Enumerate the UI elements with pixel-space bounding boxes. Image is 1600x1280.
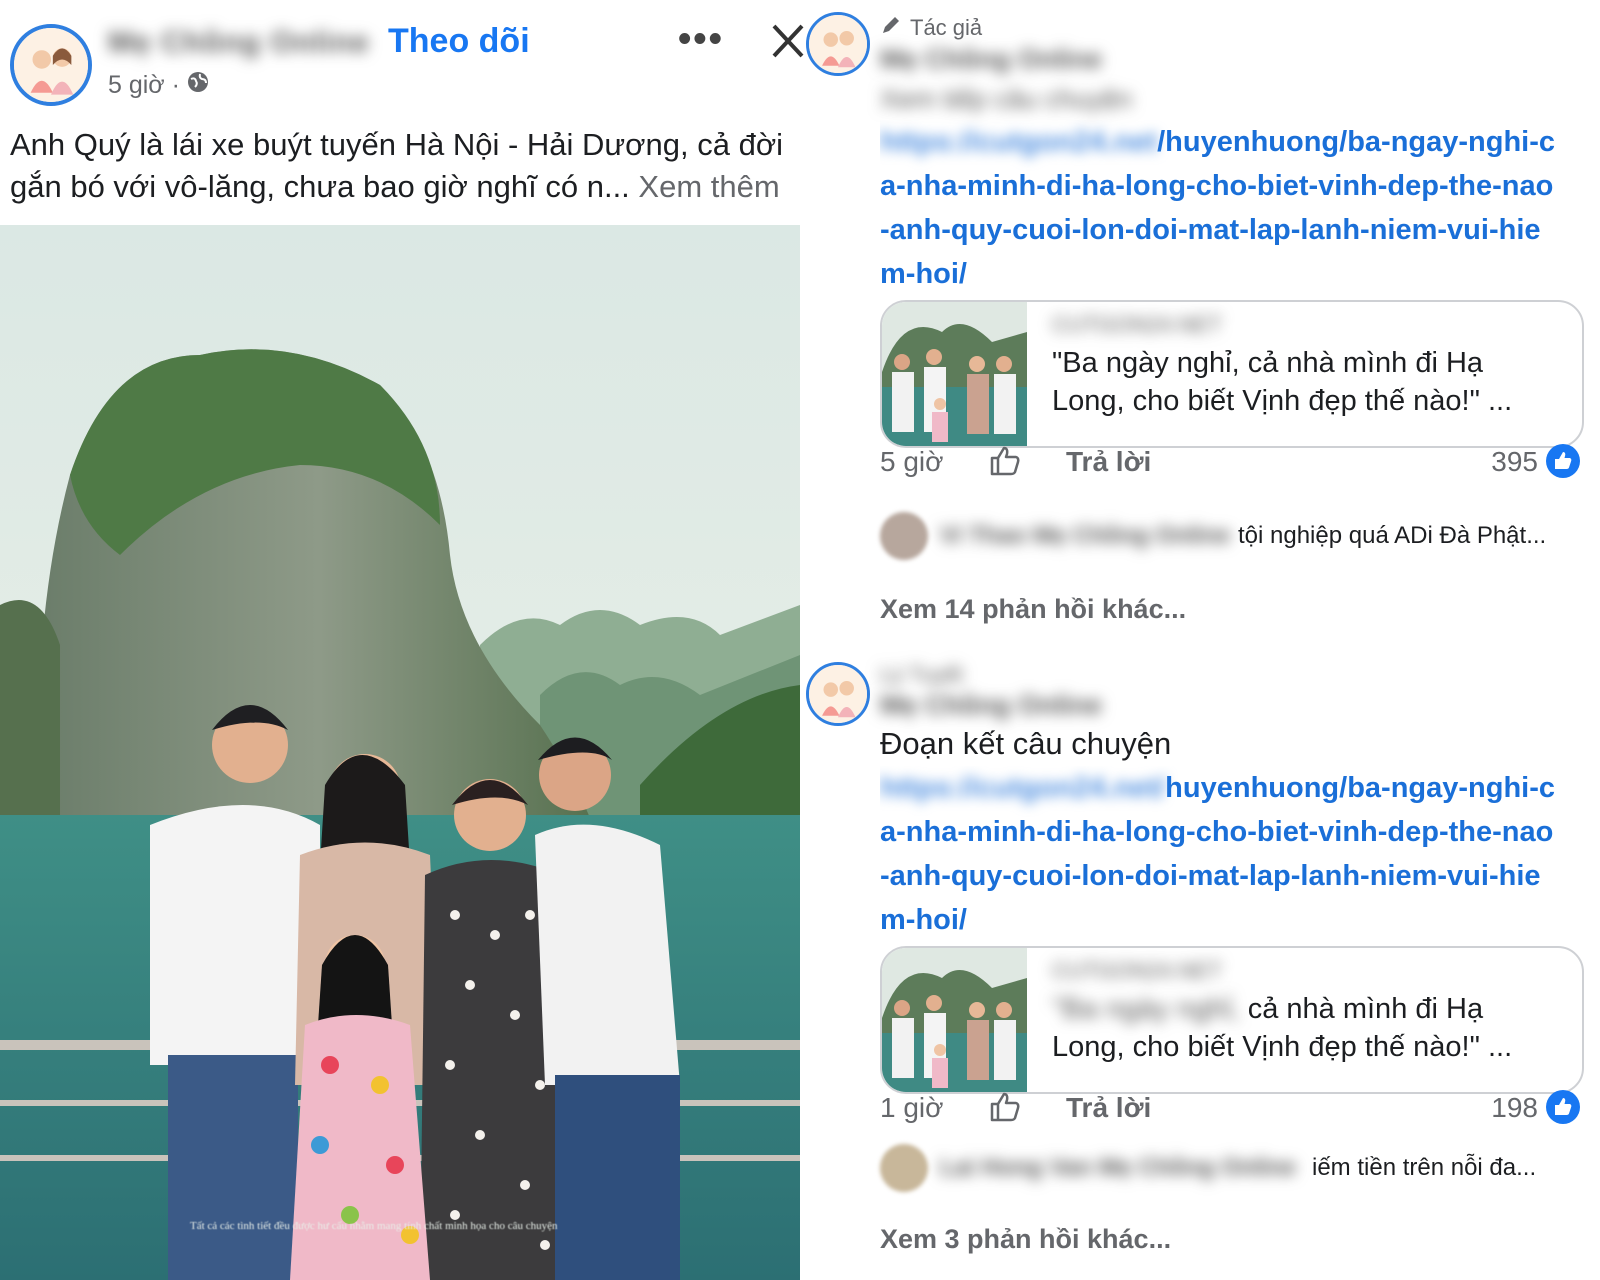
comment-actions: 1 giờ Trả lời 198 [880, 1090, 1580, 1130]
reply-author-name: Vi Thao Mẹ Chồng Online [940, 522, 1231, 549]
see-more-link[interactable]: Xem thêm [638, 169, 779, 204]
reply-author-name: Lai Hong Van Mẹ Chồng Online [940, 1154, 1297, 1181]
link-preview-card[interactable]: CUTGON24.NET "Ba ngày nghỉ, cả nhà mình … [880, 300, 1584, 448]
comment-link[interactable]: https://cutgon24.net/huyenhuong/ba-ngay-… [880, 766, 1560, 942]
reply-avatar [880, 1144, 928, 1192]
reply-text: tội nghiệp quá ADi Đà Phật... [1238, 522, 1547, 549]
link-preview-title-hidden: "Ba ngày nghỉ, [1052, 993, 1240, 1025]
comment-time: 1 giờ [880, 1092, 944, 1123]
like-icon[interactable] [988, 444, 1022, 478]
link-preview-card[interactable]: CUTGON24.NET "Ba ngày nghỉ, cả nhà mình … [880, 946, 1584, 1094]
close-icon[interactable] [770, 20, 806, 62]
reply-avatar [880, 512, 928, 560]
comment-link[interactable]: https://cutgon24.net/huyenhuong/ba-ngay-… [880, 120, 1560, 300]
reaction-count[interactable]: 395 [1491, 446, 1538, 478]
comment-actions: 5 giờ Trả lời 395 [880, 444, 1580, 484]
post-time: 5 giờ · [108, 71, 180, 99]
link-hidden-part: https://cutgon24.net/ [880, 772, 1166, 804]
comment-author-name[interactable]: Mẹ Chồng Online [880, 44, 1102, 75]
comment-time: 5 giờ [880, 446, 944, 477]
reply-preview[interactable]: Lai Hong Van Mẹ Chồng Online iếm tiền tr… [880, 1144, 1580, 1194]
page-avatar[interactable] [10, 24, 92, 106]
reply-text: iếm tiền trên nỗi đa... [1312, 1154, 1537, 1181]
comment-author-avatar[interactable] [806, 662, 870, 726]
follow-button[interactable]: Theo dõi [388, 22, 530, 61]
globe-icon [186, 70, 210, 101]
pencil-icon [880, 14, 902, 42]
photo-caption: Tất cả các tình tiết đều được hư cấu nhằ… [190, 1220, 558, 1232]
post-photo[interactable]: Tất cả các tình tiết đều được hư cấu nhằ… [0, 225, 800, 1280]
author-badge: Tác giả [880, 14, 982, 42]
link-preview-title: "Ba ngày nghỉ, cả nhà mình đi Hạ Long, c… [1052, 990, 1562, 1066]
reply-button[interactable]: Trả lời [1066, 446, 1151, 478]
reply-button[interactable]: Trả lời [1066, 1092, 1151, 1124]
reaction-count[interactable]: 198 [1491, 1092, 1538, 1124]
reply-preview[interactable]: Vi Thao Mẹ Chồng Online tội nghiệp quá A… [880, 512, 1580, 562]
like-reaction-icon [1546, 444, 1580, 478]
link-preview-title: "Ba ngày nghỉ, cả nhà mình đi Hạ Long, c… [1052, 347, 1513, 417]
page-name[interactable]: Mẹ Chồng Online [108, 26, 370, 60]
post-meta: 5 giờ · [108, 70, 210, 101]
author-badge-label: Tác giả [910, 15, 983, 40]
like-icon[interactable] [988, 1090, 1022, 1124]
link-preview-thumbnail [882, 948, 1027, 1092]
link-hidden-part: https://cutgon24.net [880, 126, 1158, 158]
link-preview-site: CUTGON24.NET [1052, 312, 1222, 337]
post-text: Anh Quý là lái xe buýt tuyến Hà Nội - Hả… [10, 124, 800, 208]
more-icon[interactable]: ••• [678, 18, 724, 61]
comment-badge: Lý Tuyết [880, 662, 964, 687]
comment-subtitle: Xem tiếp câu chuyện [880, 84, 1133, 114]
comment-text: Đoạn kết câu chuyện [880, 726, 1172, 761]
link-preview-site: CUTGON24.NET [1052, 958, 1222, 983]
link-preview-thumbnail [882, 302, 1027, 446]
post: Mẹ Chồng Online Theo dõi ••• 5 giờ · Anh… [0, 0, 804, 1280]
comment-author-avatar[interactable] [806, 12, 870, 76]
like-reaction-icon [1546, 1090, 1580, 1124]
comment-author-name[interactable]: Mẹ Chồng Online [880, 690, 1102, 721]
view-more-replies[interactable]: Xem 14 phản hồi khác... [880, 594, 1186, 625]
view-more-replies[interactable]: Xem 3 phản hồi khác... [880, 1224, 1171, 1255]
